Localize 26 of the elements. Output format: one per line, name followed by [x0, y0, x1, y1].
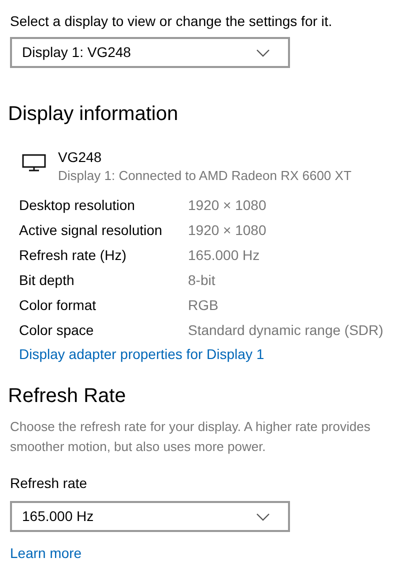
- monitor-name: VG248: [58, 148, 103, 166]
- section-heading: Refresh Rate: [7, 384, 127, 409]
- adapter-properties-link[interactable]: Display adapter properties for Display 1: [19, 344, 264, 364]
- dropdown[interactable]: 165.000 Hz: [10, 501, 290, 532]
- learn-more-link[interactable]: Learn more: [10, 544, 82, 562]
- info-label: Active signal resolution: [19, 221, 164, 240]
- info-label: Color format: [19, 296, 98, 315]
- refresh-rate-description: Choose the refresh rate for your display. A higher rate provides smoother motion, but also uses more power.: [9, 418, 372, 456]
- info-label: Bit depth: [19, 271, 76, 290]
- monitor-subtitle: Display 1: Connected to AMD Radeon RX 6600 XT: [58, 167, 352, 185]
- info-value: RGB: [188, 296, 218, 315]
- info-value: 1920 × 1080: [188, 221, 266, 240]
- section-heading: Display information: [7, 102, 180, 127]
- info-value: 8-bit: [188, 271, 216, 290]
- info-value: Standard dynamic range (SDR): [188, 321, 384, 340]
- select-display-label: Select a display to view or change the settings for it.: [9, 12, 334, 30]
- monitor-icon: [22, 154, 46, 172]
- info-value: 1920 × 1080: [188, 196, 266, 215]
- refresh-rate-label: Refresh rate: [9, 474, 88, 492]
- chevron-down-icon: [256, 48, 270, 56]
- chevron-down-icon: [256, 512, 270, 520]
- info-label: Refresh rate (Hz): [19, 246, 128, 265]
- dropdown[interactable]: Display 1: VG248: [10, 37, 290, 68]
- info-label: Desktop resolution: [19, 196, 136, 215]
- info-value: 165.000 Hz: [188, 246, 260, 265]
- info-label: Color space: [19, 321, 95, 340]
